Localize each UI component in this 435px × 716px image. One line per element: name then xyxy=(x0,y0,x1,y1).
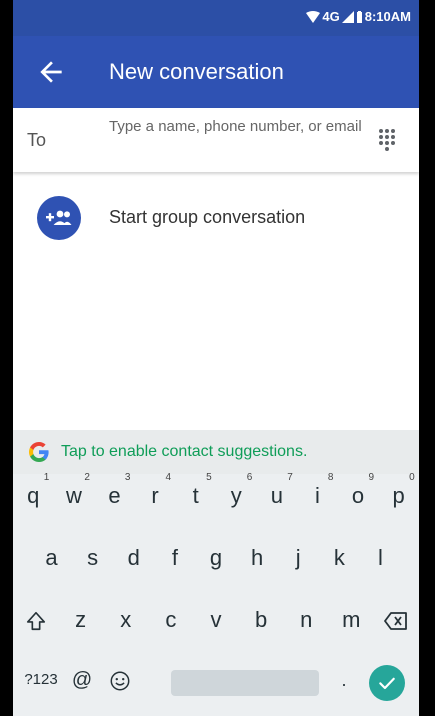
at-key[interactable]: @ xyxy=(63,658,101,702)
clock: 8:10AM xyxy=(364,9,411,24)
status-icons: 4G 8:10AM xyxy=(306,9,411,24)
back-arrow-icon[interactable] xyxy=(35,56,67,88)
emoji-key[interactable] xyxy=(101,658,139,702)
page-title: New conversation xyxy=(109,59,284,84)
battery-icon xyxy=(356,10,362,23)
key-c[interactable]: c xyxy=(152,598,190,642)
start-group-conversation-button[interactable]: Start group conversation xyxy=(13,190,419,246)
dialpad-icon[interactable] xyxy=(375,128,399,152)
key-q[interactable]: q1 xyxy=(14,472,52,518)
suggestion-text: Tap to enable contact suggestions. xyxy=(61,443,308,460)
key-h[interactable]: h xyxy=(238,536,276,580)
key-p[interactable]: p0 xyxy=(380,472,418,518)
to-label: To xyxy=(27,130,47,150)
shift-icon xyxy=(26,612,45,631)
group-conversation-label: Start group conversation xyxy=(109,207,306,227)
symbols-key[interactable]: ?123 xyxy=(19,658,63,702)
shift-key[interactable] xyxy=(17,598,55,642)
key-o[interactable]: o9 xyxy=(339,472,377,518)
key-l[interactable]: l xyxy=(361,536,399,580)
period-key[interactable]: . xyxy=(325,658,363,702)
key-a[interactable]: a xyxy=(33,536,71,580)
keyboard-row-2: a s d f g h j k l xyxy=(13,536,419,580)
key-i[interactable]: i8 xyxy=(298,472,336,518)
checkmark-icon xyxy=(379,677,395,690)
keyboard-row-1: q1 w2 e3 r4 t5 y6 u7 i8 o9 p0 xyxy=(13,472,419,518)
key-w[interactable]: w2 xyxy=(55,472,93,518)
enter-key[interactable] xyxy=(369,665,405,701)
google-g-icon xyxy=(29,442,49,462)
emoji-icon xyxy=(110,671,130,691)
spacebar-key[interactable] xyxy=(171,670,319,696)
group-add-icon xyxy=(37,196,81,240)
recipient-row: To xyxy=(13,108,419,172)
key-f[interactable]: f xyxy=(156,536,194,580)
key-j[interactable]: j xyxy=(279,536,317,580)
key-y[interactable]: y6 xyxy=(217,472,255,518)
wifi-icon xyxy=(306,10,321,23)
app-bar: New conversation xyxy=(13,36,419,108)
key-d[interactable]: d xyxy=(115,536,153,580)
key-b[interactable]: b xyxy=(242,598,280,642)
key-u[interactable]: u7 xyxy=(258,472,296,518)
status-bar: 4G 8:10AM xyxy=(13,0,419,36)
key-s[interactable]: s xyxy=(74,536,112,580)
network-type: 4G xyxy=(322,9,340,24)
key-x[interactable]: x xyxy=(107,598,145,642)
key-z[interactable]: z xyxy=(62,598,100,642)
key-v[interactable]: v xyxy=(197,598,235,642)
contact-suggestion-bar[interactable]: Tap to enable contact suggestions. xyxy=(13,430,419,474)
key-g[interactable]: g xyxy=(197,536,235,580)
key-m[interactable]: m xyxy=(332,598,370,642)
key-e[interactable]: e3 xyxy=(95,472,133,518)
soft-keyboard: q1 w2 e3 r4 t5 y6 u7 i8 o9 p0 a s d f g … xyxy=(13,472,419,716)
key-k[interactable]: k xyxy=(320,536,358,580)
key-t[interactable]: t5 xyxy=(177,472,215,518)
phone-screen: 4G 8:10AM New conversation To Type a nam… xyxy=(13,0,419,716)
backspace-key[interactable] xyxy=(377,598,415,642)
key-r[interactable]: r4 xyxy=(136,472,174,518)
key-n[interactable]: n xyxy=(287,598,325,642)
keyboard-row-3: z x c v b n m xyxy=(13,598,419,642)
signal-icon xyxy=(341,10,354,23)
backspace-icon xyxy=(384,612,408,631)
recipient-input[interactable] xyxy=(109,118,367,162)
